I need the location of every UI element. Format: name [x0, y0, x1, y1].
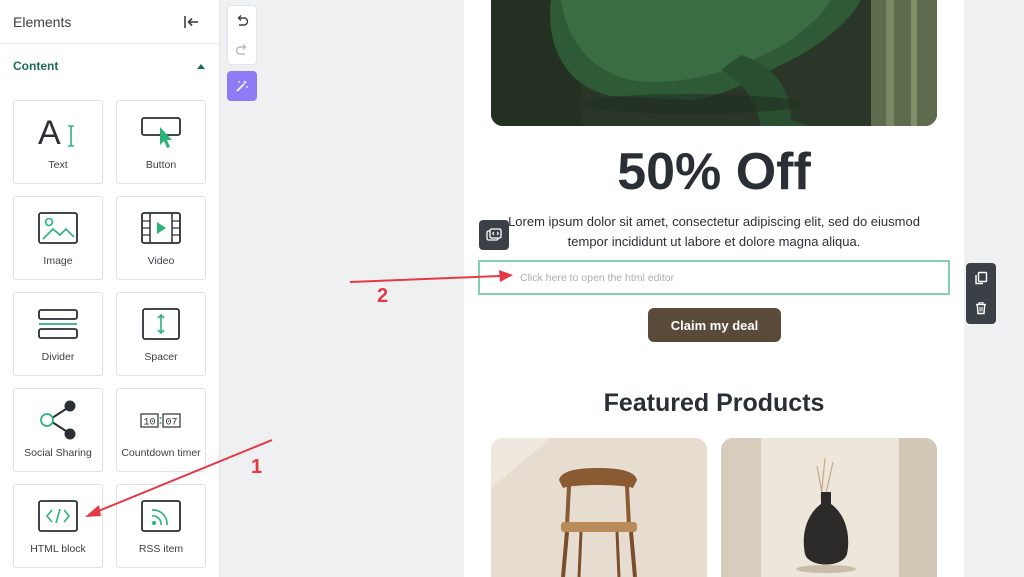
- duplicate-icon[interactable]: [966, 263, 996, 293]
- rss-icon: [117, 495, 205, 537]
- headline[interactable]: 50% Off: [464, 142, 964, 202]
- element-label: Social Sharing: [24, 447, 92, 459]
- code-icon: [14, 495, 102, 537]
- video-icon: [117, 207, 205, 249]
- product-image-chair[interactable]: [491, 438, 707, 577]
- element-label: Text: [48, 159, 68, 171]
- undo-icon[interactable]: [228, 6, 256, 35]
- element-divider[interactable]: Divider: [13, 292, 103, 376]
- content-section-label: Content: [13, 59, 59, 73]
- sidebar-title: Elements: [13, 13, 72, 30]
- element-label: HTML block: [30, 543, 86, 555]
- divider-icon: [14, 303, 102, 345]
- button-icon: [117, 111, 205, 153]
- redo-icon[interactable]: [228, 35, 256, 64]
- image-icon: [14, 207, 102, 249]
- element-label: Divider: [41, 351, 75, 363]
- caret-up-icon: [197, 63, 205, 69]
- element-label: Countdown timer: [121, 447, 201, 459]
- product-image-vase[interactable]: [721, 438, 937, 577]
- element-label: Video: [147, 255, 175, 267]
- claim-deal-button[interactable]: Claim my deal: [648, 308, 781, 342]
- annotation-step-1: 1: [251, 456, 263, 478]
- element-social-sharing[interactable]: Social Sharing: [13, 388, 103, 472]
- countdown-digits-right: 07: [165, 418, 177, 429]
- element-label: Button: [145, 159, 177, 171]
- element-label: Image: [43, 255, 73, 267]
- element-rss-item[interactable]: RSS item: [116, 484, 206, 568]
- content-section-toggle[interactable]: Content: [0, 44, 219, 88]
- delete-icon[interactable]: [966, 293, 996, 323]
- element-html-block[interactable]: HTML block: [13, 484, 103, 568]
- magic-wand-icon[interactable]: [227, 71, 257, 101]
- svg-text:A: A: [38, 114, 61, 150]
- block-actions: [966, 263, 996, 324]
- element-label: RSS item: [138, 543, 184, 555]
- hero-image[interactable]: [491, 0, 937, 126]
- text-icon: A: [14, 111, 102, 153]
- element-text[interactable]: A Text: [13, 100, 103, 184]
- sidebar-header: Elements: [0, 0, 219, 44]
- html-block-editor[interactable]: Click here to open the html editor: [478, 260, 950, 295]
- share-icon: [14, 399, 102, 441]
- body-paragraph[interactable]: Lorem ipsum dolor sit amet, consectetur …: [494, 212, 934, 252]
- collapse-left-icon[interactable]: [181, 12, 201, 32]
- annotation-step-2: 2: [377, 285, 389, 307]
- element-spacer[interactable]: Spacer: [116, 292, 206, 376]
- element-image[interactable]: Image: [13, 196, 103, 280]
- element-countdown-timer[interactable]: 10 07 Countdown timer: [116, 388, 206, 472]
- countdown-icon: 10 07: [117, 399, 205, 441]
- html-block-handle-icon[interactable]: [479, 220, 509, 250]
- element-label: Spacer: [144, 351, 178, 363]
- elements-sidebar: Elements Content A Text Button Image Vid…: [0, 0, 220, 577]
- spacer-icon: [117, 303, 205, 345]
- countdown-digits-left: 10: [143, 418, 155, 429]
- email-canvas: 50% Off Lorem ipsum dolor sit amet, cons…: [464, 0, 964, 577]
- history-toolbar: [227, 5, 257, 65]
- featured-products-title[interactable]: Featured Products: [464, 389, 964, 418]
- element-video[interactable]: Video: [116, 196, 206, 280]
- element-button[interactable]: Button: [116, 100, 206, 184]
